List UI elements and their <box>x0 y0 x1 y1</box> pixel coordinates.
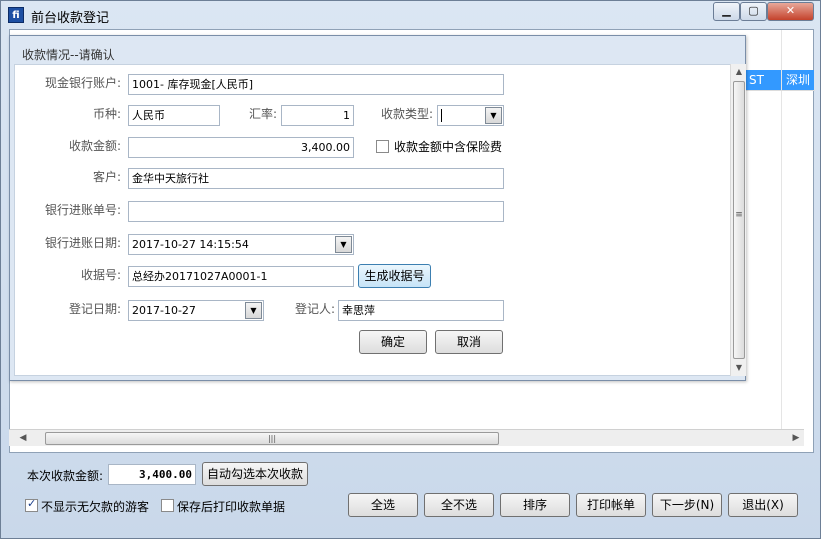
bank-slip-field[interactable] <box>128 201 504 222</box>
bank-date-picker[interactable]: 2017-10-27 14:15:54 ▼ <box>128 234 354 255</box>
scroll-down-icon[interactable]: ▼ <box>731 360 747 376</box>
main-window: fi 前台收款登记 ▁ ▢ ✕ ST 深圳 ◀ ||| ▶ 收款情况--请确认 … <box>0 0 821 539</box>
scroll-grip-icon: ≡ <box>735 210 743 220</box>
receipt-no-field[interactable]: 总经办20171027A0001-1 <box>128 266 354 287</box>
receipt-no-label: 收据号: <box>80 268 121 282</box>
select-none-button[interactable]: 全不选 <box>424 493 494 517</box>
bank-account-label: 现金银行账户: <box>44 76 121 90</box>
reg-date-label: 登记日期: <box>68 302 121 316</box>
amount-field[interactable]: 3,400.00 <box>128 137 354 158</box>
print-bill-button[interactable]: 打印帐单 <box>576 493 646 517</box>
customer-label: 客户: <box>92 170 121 184</box>
close-button[interactable]: ✕ <box>767 2 814 21</box>
window-title: 前台收款登记 <box>31 11 110 26</box>
grid-row-line <box>745 90 815 91</box>
reg-date-value: 2017-10-27 <box>132 304 196 317</box>
next-button[interactable]: 下一步(N) <box>652 493 722 517</box>
maximize-button[interactable]: ▢ <box>740 2 767 21</box>
grid-cell[interactable]: ST <box>745 70 781 90</box>
hide-no-debt-label[interactable]: 不显示无欠款的游客 <box>41 498 149 515</box>
pay-type-select[interactable]: ▼ <box>437 105 504 126</box>
minimize-button[interactable]: ▁ <box>713 2 740 21</box>
cancel-button[interactable]: 取消 <box>435 330 503 354</box>
vertical-scroll-thumb[interactable]: ≡ <box>733 81 745 359</box>
vertical-scrollbar[interactable]: ▲ ≡ ▼ <box>730 64 746 376</box>
scroll-up-icon[interactable]: ▲ <box>731 64 747 80</box>
hide-no-debt-checkbox[interactable] <box>25 497 38 512</box>
insurance-label[interactable]: 收款金额中含保险费 <box>394 138 502 155</box>
generate-receipt-button[interactable]: 生成收据号 <box>358 264 431 288</box>
scroll-left-icon[interactable]: ◀ <box>15 430 31 446</box>
calendar-dropdown-icon[interactable]: ▼ <box>245 302 262 319</box>
dialog-title: 收款情况--请确认 <box>22 48 115 62</box>
scroll-right-icon[interactable]: ▶ <box>788 430 804 446</box>
app-logo-icon: fi <box>8 7 24 23</box>
registrar-label: 登记人: <box>294 302 335 316</box>
total-amount-label: 本次收款金额: <box>27 469 104 483</box>
auto-select-button[interactable]: 自动勾选本次收款 <box>202 462 308 486</box>
title-bar: fi 前台收款登记 ▁ ▢ ✕ <box>1 1 820 29</box>
rate-field[interactable]: 1 <box>281 105 354 126</box>
bank-date-label: 银行进账日期: <box>44 236 121 250</box>
registrar-field[interactable]: 幸思萍 <box>338 300 504 321</box>
horizontal-scrollbar[interactable]: ◀ ||| ▶ <box>9 429 804 446</box>
ok-button[interactable]: 确定 <box>359 330 427 354</box>
customer-field[interactable]: 金华中天旅行社 <box>128 168 504 189</box>
amount-label: 收款金额: <box>68 139 121 153</box>
horizontal-scroll-thumb[interactable]: ||| <box>45 432 499 445</box>
bank-slip-label: 银行进账单号: <box>44 203 121 217</box>
bank-account-field[interactable]: 1001- 库存现金[人民币] <box>128 74 504 95</box>
print-after-save-label[interactable]: 保存后打印收款单据 <box>177 498 285 515</box>
grid-cell[interactable]: 深圳 <box>782 70 814 90</box>
chevron-down-icon[interactable]: ▼ <box>485 107 502 124</box>
reg-date-picker[interactable]: 2017-10-27 ▼ <box>128 300 264 321</box>
currency-field[interactable]: 人民币 <box>128 105 220 126</box>
text-cursor <box>441 109 442 122</box>
rate-label: 汇率: <box>248 107 277 121</box>
insurance-checkbox[interactable] <box>376 140 389 153</box>
total-amount-field: 3,400.00 <box>108 464 196 485</box>
bank-date-value: 2017-10-27 14:15:54 <box>132 238 249 251</box>
print-after-save-checkbox[interactable] <box>161 499 174 512</box>
currency-label: 币种: <box>92 107 121 121</box>
exit-button[interactable]: 退出(X) <box>728 493 798 517</box>
select-all-button[interactable]: 全选 <box>348 493 418 517</box>
sort-button[interactable]: 排序 <box>500 493 570 517</box>
pay-type-label: 收款类型: <box>380 107 433 121</box>
calendar-dropdown-icon[interactable]: ▼ <box>335 236 352 253</box>
